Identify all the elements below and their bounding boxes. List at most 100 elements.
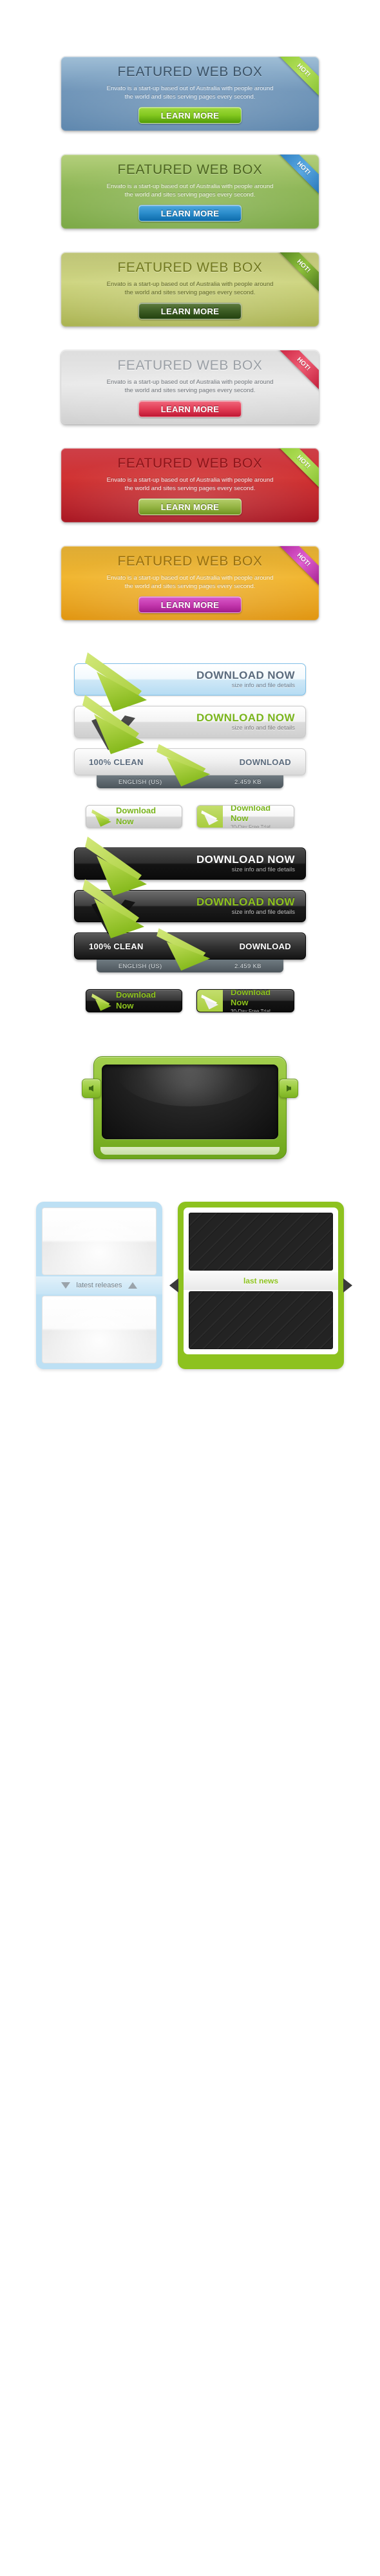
web-box-row: FEATURED WEB BOX Envato is a start-up ba… xyxy=(0,350,380,424)
web-box-title: FEATURED WEB BOX xyxy=(117,260,263,275)
web-box-description: Envato is a start-up based out of Austra… xyxy=(106,85,274,100)
video-player-section xyxy=(0,1023,380,1159)
web-box-title: FEATURED WEB BOX xyxy=(117,64,263,79)
triangle-down-icon[interactable] xyxy=(61,1282,70,1289)
download-button-row: DOWNLOAD NOW size info and file details xyxy=(0,695,380,754)
download-sub-label: size info and file details xyxy=(231,866,295,873)
download-trial-pill[interactable]: Download Now 30-Day Free Trial xyxy=(196,989,294,1012)
learn-more-button[interactable]: LEARN MORE xyxy=(138,107,242,124)
clean-download-row: 100% CLEAN DOWNLOAD ENGLISH (US) 2.459 K… xyxy=(0,744,380,788)
download-arrow-icon xyxy=(91,993,111,1011)
next-button[interactable] xyxy=(279,1079,298,1098)
download-main-label: DOWNLOAD NOW xyxy=(196,712,295,724)
arrow-left-icon xyxy=(89,1085,93,1092)
download-pill-label: Download Now xyxy=(116,990,157,1010)
download-sub-label: size info and file details xyxy=(231,681,295,689)
download-now-button[interactable]: DOWNLOAD NOW size info and file details xyxy=(74,695,306,754)
hot-ribbon: HOT! xyxy=(272,155,319,200)
video-screen[interactable] xyxy=(102,1065,278,1139)
featured-web-box[interactable]: FEATURED WEB BOX Envato is a start-up ba… xyxy=(61,546,319,620)
hot-ribbon: HOT! xyxy=(272,57,319,102)
learn-more-button[interactable]: LEARN MORE xyxy=(138,303,242,319)
clean-download-button[interactable]: 100% CLEAN DOWNLOAD xyxy=(74,744,306,787)
clean-download-row: 100% CLEAN DOWNLOAD ENGLISH (US) 2.459 K… xyxy=(0,928,380,972)
download-main-label: DOWNLOAD NOW xyxy=(196,896,295,909)
featured-web-box[interactable]: FEATURED WEB BOX Envato is a start-up ba… xyxy=(61,57,319,131)
featured-web-box[interactable]: FEATURED WEB BOX Envato is a start-up ba… xyxy=(61,448,319,522)
filesize-value: 2.459 KB xyxy=(234,963,261,969)
download-pill-sub: 30-Day Free Trial xyxy=(231,1009,271,1012)
download-arrow-icon xyxy=(157,744,211,787)
release-tile[interactable] xyxy=(42,1296,157,1363)
learn-more-button[interactable]: LEARN MORE xyxy=(138,401,242,417)
download-main-label: DOWNLOAD NOW xyxy=(196,669,295,682)
featured-web-box[interactable]: FEATURED WEB BOX Envato is a start-up ba… xyxy=(61,155,319,229)
pill-labels: Download Now xyxy=(116,990,171,1012)
web-box-description: Envato is a start-up based out of Austra… xyxy=(106,477,274,492)
download-arrow-icon xyxy=(157,928,211,971)
tab-left-icon[interactable] xyxy=(169,1278,178,1293)
small-download-row: Download Now Download Now 30-Day Free Tr… xyxy=(0,989,380,1012)
panel-section: latest releases last news xyxy=(0,1159,380,1369)
release-tile[interactable] xyxy=(42,1208,157,1275)
design-asset-showcase: FEATURED WEB BOX Envato is a start-up ba… xyxy=(0,0,380,1369)
featured-web-box[interactable]: FEATURED WEB BOX Envato is a start-up ba… xyxy=(61,252,319,327)
hot-ribbon: HOT! xyxy=(272,252,319,298)
video-player[interactable] xyxy=(82,1056,298,1159)
learn-more-button[interactable]: LEARN MORE xyxy=(138,596,242,613)
download-pill-sub: 30-Day Free Trial xyxy=(231,824,271,828)
triangle-up-icon[interactable] xyxy=(128,1282,138,1289)
download-labels: DOWNLOAD NOW size info and file details xyxy=(196,712,295,732)
hot-ribbon: HOT! xyxy=(272,350,319,395)
download-arrow-icon xyxy=(201,810,219,826)
download-arrow-icon xyxy=(85,837,147,896)
download-trial-pill[interactable]: Download Now 30-Day Free Trial xyxy=(196,805,294,828)
download-button-row: DOWNLOAD NOW size info and file details xyxy=(0,652,380,712)
web-box-title: FEATURED WEB BOX xyxy=(117,358,263,373)
web-box-row: FEATURED WEB BOX Envato is a start-up ba… xyxy=(0,57,380,131)
download-main-label: DOWNLOAD NOW xyxy=(196,853,295,866)
featured-web-box[interactable]: FEATURED WEB BOX Envato is a start-up ba… xyxy=(61,350,319,424)
web-box-description: Envato is a start-up based out of Austra… xyxy=(106,183,274,198)
learn-more-button[interactable]: LEARN MORE xyxy=(138,498,242,515)
download-sub-label: size info and file details xyxy=(231,724,295,732)
download-now-button[interactable]: DOWNLOAD NOW size info and file details xyxy=(74,837,306,896)
news-tile[interactable] xyxy=(189,1291,333,1349)
prev-button[interactable] xyxy=(82,1079,101,1098)
web-box-description: Envato is a start-up based out of Austra… xyxy=(106,281,274,296)
news-tile[interactable] xyxy=(189,1213,333,1271)
web-box-description: Envato is a start-up based out of Austra… xyxy=(106,574,274,590)
download-labels: DOWNLOAD NOW size info and file details xyxy=(196,670,295,689)
hot-ribbon: HOT! xyxy=(272,448,319,493)
pill-labels: Download Now 30-Day Free Trial xyxy=(231,805,283,828)
download-pill-label: Download Now xyxy=(116,806,157,826)
clean-label: 100% CLEAN xyxy=(89,941,144,951)
web-box-row: FEATURED WEB BOX Envato is a start-up ba… xyxy=(0,252,380,327)
download-arrow-icon xyxy=(201,994,219,1010)
latest-releases-panel: latest releases xyxy=(36,1202,162,1369)
clean-download-button[interactable]: 100% CLEAN DOWNLOAD xyxy=(74,928,306,971)
filesize-value: 2.459 KB xyxy=(234,779,261,785)
download-now-pill[interactable]: Download Now xyxy=(86,989,182,1012)
hot-ribbon: HOT! xyxy=(272,546,319,591)
download-now-button[interactable]: DOWNLOAD NOW size info and file details xyxy=(74,652,306,712)
web-box-row: FEATURED WEB BOX Envato is a start-up ba… xyxy=(0,448,380,522)
download-label: DOWNLOAD xyxy=(239,941,291,951)
learn-more-button[interactable]: LEARN MORE xyxy=(138,205,242,222)
web-box-section: FEATURED WEB BOX Envato is a start-up ba… xyxy=(0,0,380,620)
download-arrow-icon xyxy=(85,652,147,712)
tab-right-icon[interactable] xyxy=(343,1278,352,1293)
news-inner: last news xyxy=(184,1208,338,1354)
latest-releases-label: latest releases xyxy=(76,1282,122,1289)
last-news-panel: last news xyxy=(169,1202,352,1369)
download-pill-label: Download Now xyxy=(231,989,271,1008)
pill-labels: Download Now xyxy=(116,806,171,828)
download-label: DOWNLOAD xyxy=(239,757,291,767)
download-pill-label: Download Now xyxy=(231,805,271,824)
download-arrow-icon xyxy=(91,809,111,827)
download-now-button[interactable]: DOWNLOAD NOW size info and file details xyxy=(74,879,306,938)
arrow-right-icon xyxy=(287,1085,291,1092)
clean-label: 100% CLEAN xyxy=(89,757,144,767)
web-box-title: FEATURED WEB BOX xyxy=(117,554,263,569)
download-now-pill[interactable]: Download Now xyxy=(86,805,182,828)
